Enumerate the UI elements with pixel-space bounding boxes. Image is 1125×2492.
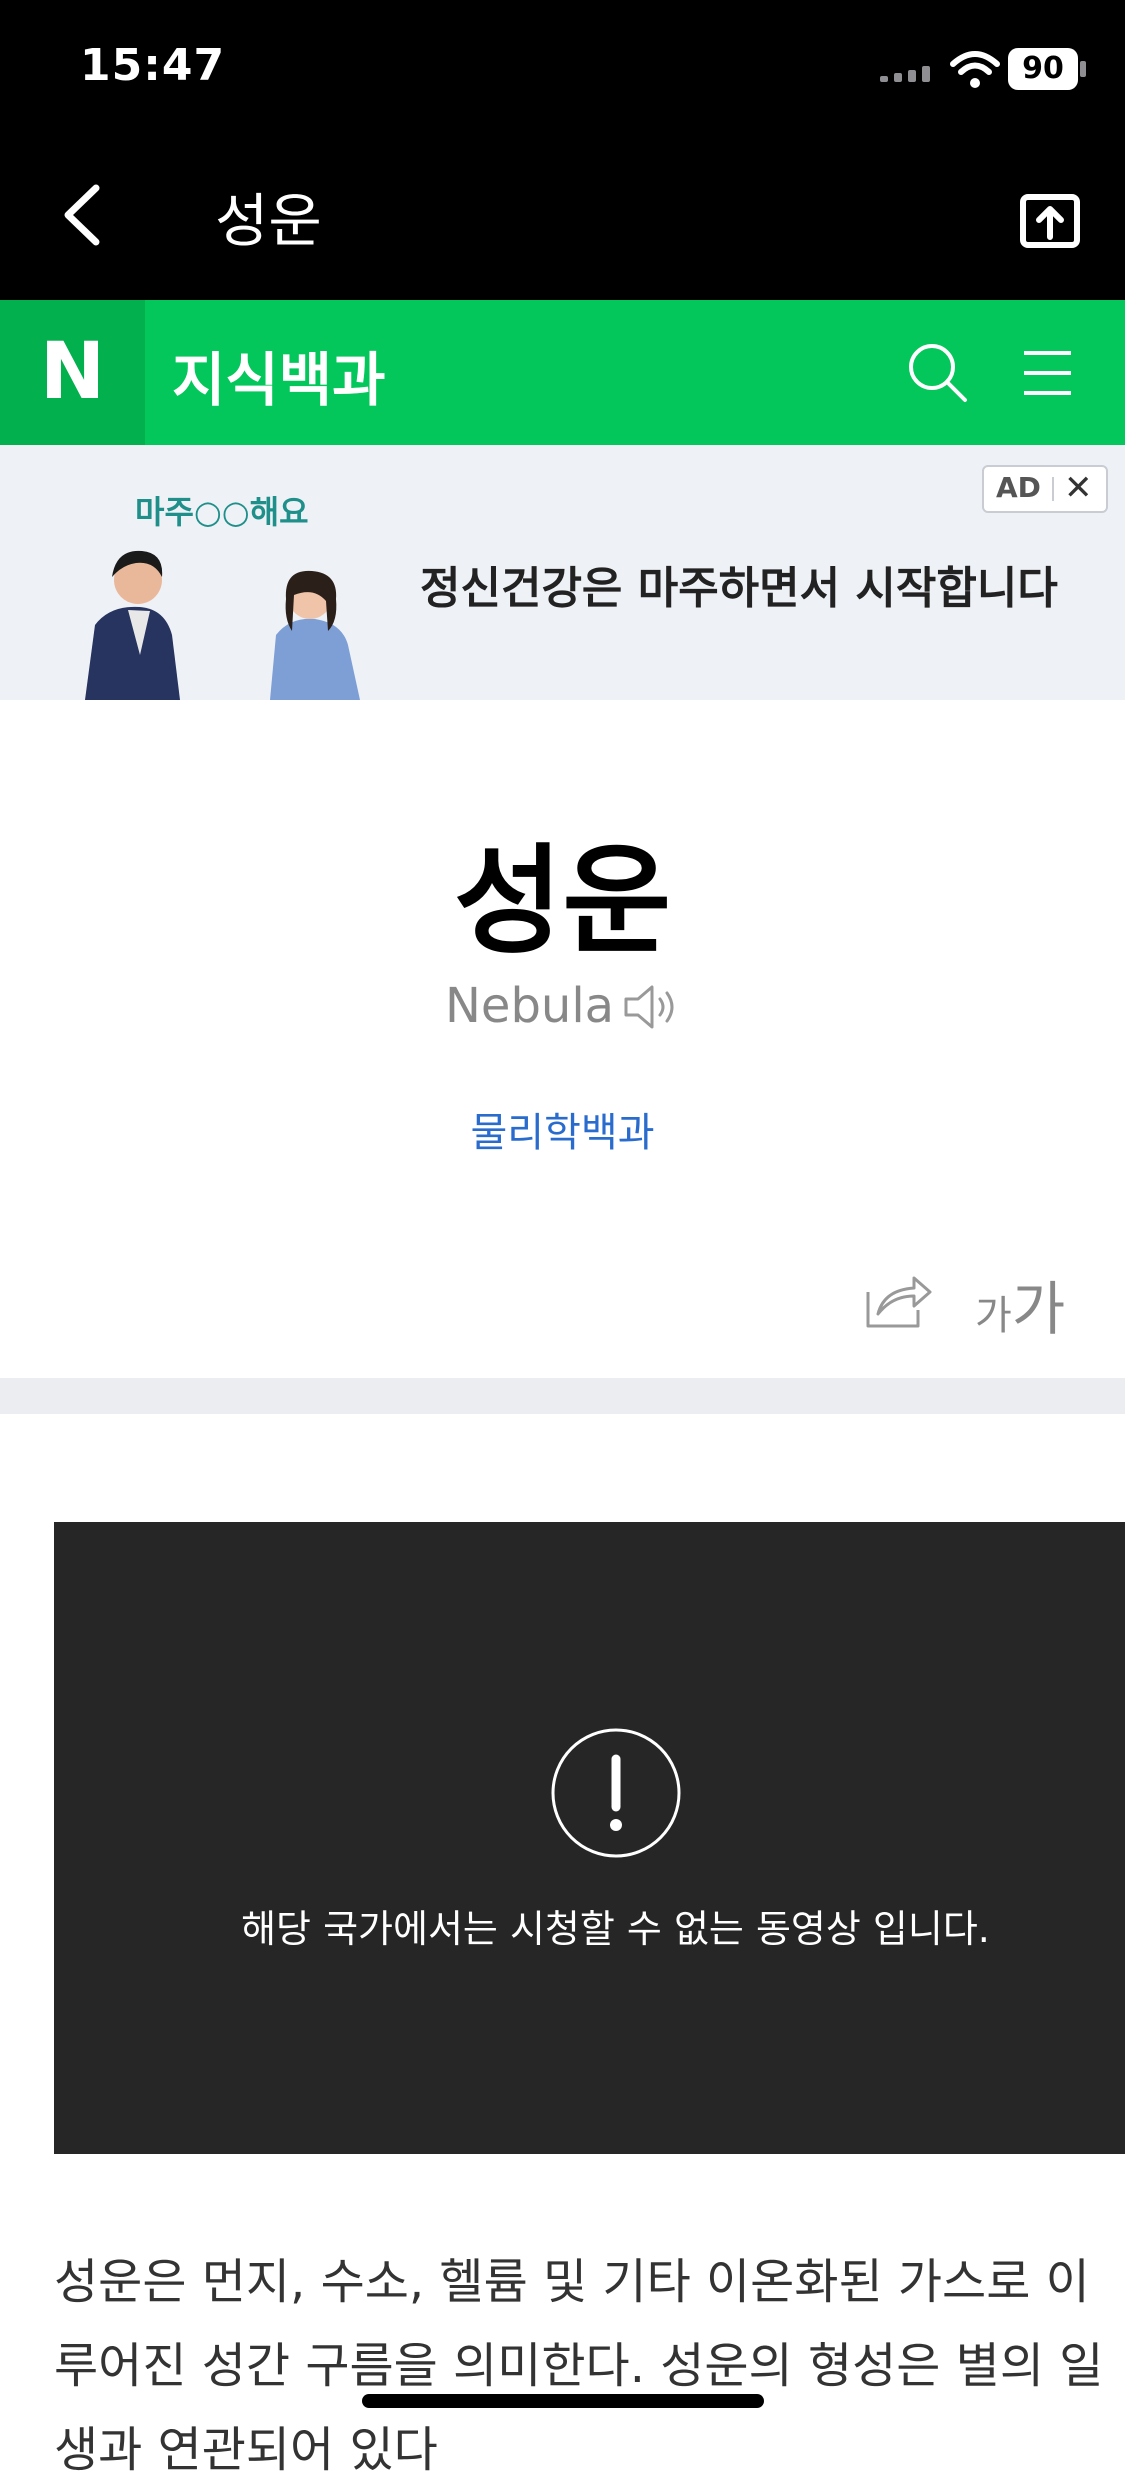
font-size-small-label: 가	[975, 1293, 1012, 1339]
ad-close-icon[interactable]: ✕	[1064, 468, 1093, 508]
ad-headline: 정신건강은 마주하면서 시작합니다	[420, 563, 1058, 614]
wifi-icon	[950, 51, 1000, 88]
alert-icon	[551, 1728, 681, 1858]
naver-logo-letter: N	[39, 327, 106, 417]
section-divider	[0, 1378, 1125, 1414]
font-size-button[interactable]: 가가	[975, 1262, 1065, 1346]
chevron-left-icon[interactable]	[50, 170, 120, 260]
share-box-icon[interactable]	[1015, 185, 1085, 255]
speaker-icon[interactable]	[622, 982, 680, 1032]
category-link[interactable]: 물리학백과	[0, 1100, 1125, 1158]
ad-badge[interactable]: AD ✕	[982, 465, 1108, 513]
page-title: 성운	[215, 187, 322, 255]
battery-level: 90	[1022, 51, 1064, 86]
home-indicator[interactable]	[362, 2394, 764, 2408]
entry-title: 성운	[453, 832, 672, 970]
video-unavailable-message: 해당 국가에서는 시청할 수 없는 동영상 입니다.	[241, 1907, 990, 1951]
ad-illustration	[85, 550, 360, 700]
share-arrow-icon[interactable]	[862, 1268, 934, 1332]
font-size-large-label: 가	[1011, 1275, 1066, 1343]
search-icon[interactable]	[905, 340, 971, 406]
ad-logo: 마주○○해요	[135, 493, 309, 531]
naver-logo[interactable]: N	[0, 300, 145, 445]
battery-indicator: 90	[1008, 48, 1086, 90]
status-time: 15:47	[80, 40, 226, 91]
cellular-signal-icon	[880, 66, 930, 82]
menu-icon[interactable]	[1020, 345, 1075, 400]
paragraph-line: 생과 연관되어 있다	[54, 2422, 438, 2478]
article-paragraph: 성운은 먼지, 수소, 헬륨 및 기타 이온화된 가스로 이 루어진 성간 구름…	[54, 2240, 1103, 2492]
ad-label: AD	[996, 471, 1041, 504]
entry-subtitle: Nebula	[445, 978, 615, 1034]
paragraph-line: 성운은 먼지, 수소, 헬륨 및 기타 이온화된 가스로 이	[54, 2254, 1090, 2310]
site-name[interactable]: 지식백과	[172, 333, 385, 417]
